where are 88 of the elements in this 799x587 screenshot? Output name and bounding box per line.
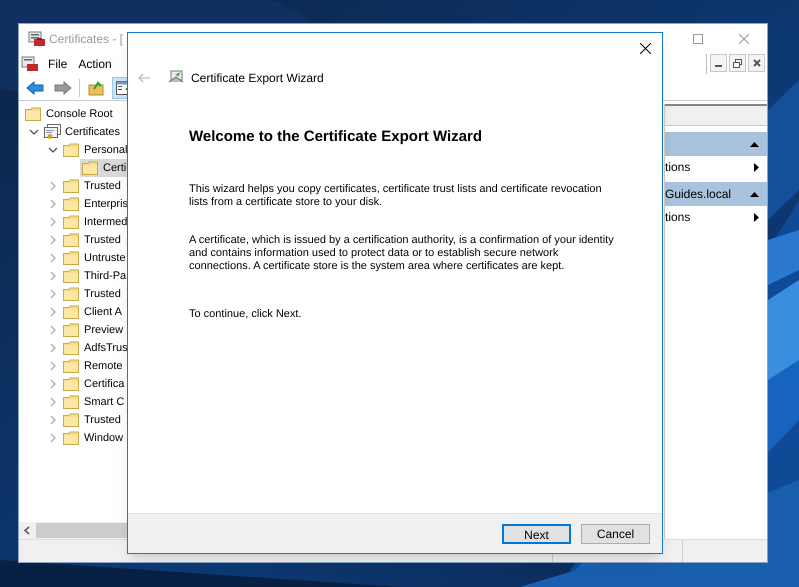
chevron-right-icon[interactable] — [50, 415, 56, 425]
wizard-paragraph: A certificate, which is issued by a certification authority, is a confirmation of your identity and contains information used to protect data or to establish secure network connections. A certificate store is the system area where certificates are kept. — [189, 234, 615, 272]
chevron-right-icon[interactable] — [50, 253, 56, 263]
folder-icon — [63, 233, 79, 247]
tree-item[interactable]: Preview — [61, 321, 124, 339]
back-arrow-icon — [26, 80, 44, 94]
chevron-down-icon[interactable] — [48, 147, 58, 153]
submenu-arrow-icon — [754, 162, 759, 172]
tree-item[interactable]: Trusted — [61, 411, 121, 429]
chevron-right-icon[interactable] — [50, 235, 56, 245]
chevron-right-icon[interactable] — [50, 343, 56, 353]
wizard-heading: Welcome to the Certificate Export Wizard — [189, 127, 483, 147]
menu-item[interactable]: Action — [74, 55, 116, 73]
chevron-right-icon[interactable] — [50, 325, 56, 335]
section-title: Guides.local — [665, 186, 732, 203]
folder-icon — [25, 107, 41, 121]
collapse-arrow-icon[interactable] — [750, 192, 759, 196]
restore-icon — [733, 58, 742, 68]
tree-item[interactable]: Certificates — [42, 123, 120, 141]
chevron-down-icon[interactable] — [28, 129, 38, 135]
tree-item[interactable]: Remote — [61, 357, 123, 375]
tree-item[interactable]: Window — [61, 429, 124, 447]
tree-item[interactable]: Untruste — [61, 249, 126, 267]
tree-item[interactable]: Trusted — [61, 177, 121, 195]
wizard-paragraph: This wizard helps you copy certificates, certificate trust lists and certificate revocation lists from a certificate store to your disk. — [189, 182, 603, 208]
tree-item[interactable]: Console Root — [23, 105, 113, 123]
tree-item[interactable]: AdfsTrus — [61, 339, 128, 357]
dialog-button[interactable]: Cancel — [581, 524, 650, 544]
tree-item[interactable]: Trusted — [61, 231, 121, 249]
dialog-button[interactable]: Next — [502, 524, 571, 544]
folder-icon — [63, 197, 79, 211]
tree-item[interactable]: Intermed — [61, 213, 128, 231]
chevron-right-icon[interactable] — [50, 199, 56, 209]
folder-icon — [63, 269, 79, 283]
tree-item[interactable]: Certifica — [61, 375, 124, 393]
close-icon — [640, 42, 650, 54]
restore-button[interactable] — [729, 54, 746, 72]
wizard-paragraph: To continue, click Next. — [189, 308, 302, 320]
chevron-right-icon[interactable] — [50, 379, 56, 389]
folder-icon — [63, 377, 79, 391]
certificate-icon — [44, 124, 61, 140]
menu-item[interactable]: File — [44, 55, 72, 73]
chevron-right-icon[interactable] — [50, 361, 56, 371]
close-icon — [739, 34, 749, 44]
folder-icon — [63, 359, 79, 373]
folder-icon — [63, 305, 79, 319]
task-link[interactable]: tions — [665, 156, 767, 178]
submenu-arrow-icon — [754, 212, 759, 222]
folder-icon — [63, 251, 79, 265]
folder-icon — [63, 179, 79, 193]
close-icon — [752, 59, 760, 67]
folder-icon — [63, 143, 79, 157]
close-button[interactable] — [748, 54, 765, 72]
maximize-icon — [693, 34, 703, 44]
back-arrow-icon[interactable] — [137, 73, 151, 83]
forward-arrow-icon — [54, 80, 72, 94]
chevron-right-icon[interactable] — [50, 307, 56, 317]
scroll-left-icon[interactable] — [24, 526, 30, 535]
folder-icon — [82, 161, 98, 175]
app-icon — [21, 56, 39, 72]
tree-item[interactable]: Certi — [80, 159, 130, 177]
tree-item[interactable]: Smart C — [61, 393, 124, 411]
tree-item[interactable]: Personal — [61, 141, 128, 159]
tree-item[interactable]: Enterpris — [61, 195, 128, 213]
chevron-right-icon[interactable] — [50, 397, 56, 407]
folder-icon — [63, 413, 79, 427]
section-header[interactable]: Guides.local — [665, 182, 767, 206]
chevron-right-icon[interactable] — [50, 181, 56, 191]
tree-item[interactable]: Third-Pa — [61, 267, 126, 285]
task-link[interactable]: tions — [665, 206, 767, 228]
folder-icon — [63, 431, 79, 445]
folder-icon — [63, 215, 79, 229]
folder-icon — [63, 395, 79, 409]
chevron-right-icon[interactable] — [50, 271, 56, 281]
collapse-arrow-icon[interactable] — [750, 142, 759, 146]
folder-up-icon — [88, 80, 104, 96]
window-title: Certificates - [ — [49, 30, 124, 48]
chevron-right-icon[interactable] — [50, 433, 56, 443]
tree-item[interactable]: Client A — [61, 303, 122, 321]
folder-icon — [63, 341, 79, 355]
tree-item[interactable]: Trusted — [61, 285, 121, 303]
app-icon — [28, 30, 46, 46]
wizard-title: Certificate Export Wizard — [191, 70, 324, 87]
folder-icon — [63, 323, 79, 337]
minimize-button[interactable] — [710, 54, 727, 72]
chevron-right-icon[interactable] — [50, 289, 56, 299]
folder-icon — [63, 287, 79, 301]
chevron-right-icon[interactable] — [50, 217, 56, 227]
